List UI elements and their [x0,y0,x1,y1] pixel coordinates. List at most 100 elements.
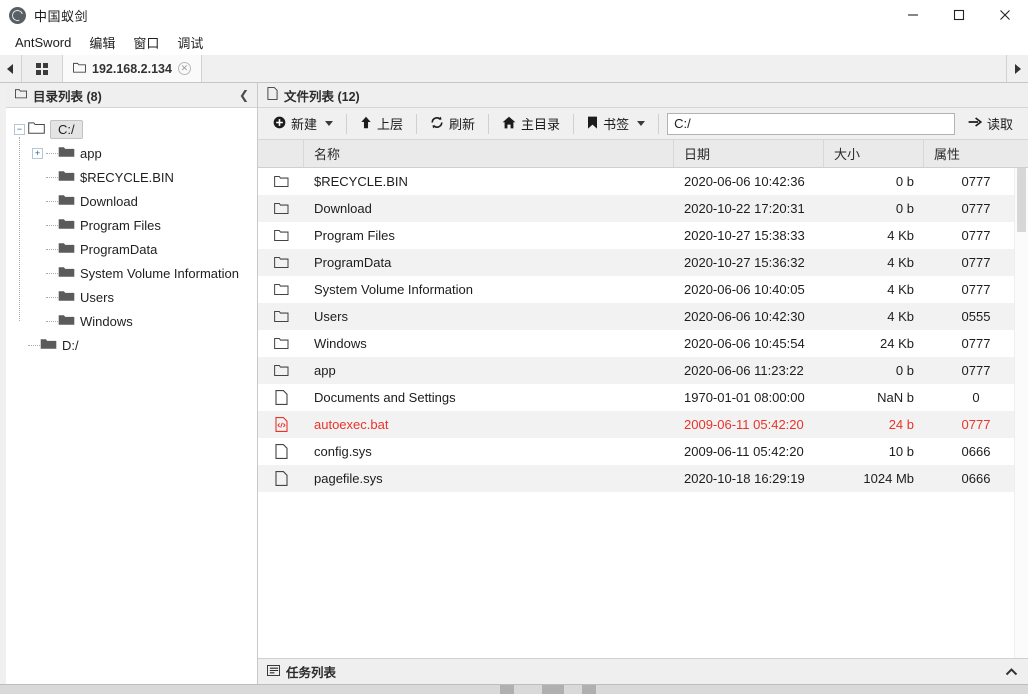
file-name: app [314,363,336,378]
file-name: Download [314,201,372,216]
file-icon [258,384,304,411]
expander-expand-icon[interactable]: + [32,147,43,159]
table-row[interactable]: config.sys 2009-06-11 05:42:20 10 b 0666 [258,438,1028,465]
refresh-button[interactable]: 刷新 [421,111,484,136]
up-button-label: 上层 [377,117,404,132]
table-row[interactable]: Users 2020-06-06 10:42:30 4 Kb 0555 [258,303,1028,330]
tree-node-c-root[interactable]: − C:/ [14,117,257,141]
file-date: 1970-01-01 08:00:00 [684,390,805,405]
os-taskbar-item [542,684,564,694]
chevron-down-icon[interactable] [325,121,334,126]
table-row[interactable]: Documents and Settings 1970-01-01 08:00:… [258,384,1028,411]
table-row[interactable]: ProgramData 2020-10-27 15:36:32 4 Kb 077… [258,249,1028,276]
antsword-logo-icon [9,6,26,24]
file-code-icon [258,411,304,438]
file-name: config.sys [314,444,372,459]
menu-item-window[interactable]: 窗口 [124,31,168,54]
table-row[interactable]: Download 2020-10-22 17:20:31 0 b 0777 [258,195,1028,222]
file-size: 1024 Mb [863,471,914,486]
arrow-up-icon [360,116,372,132]
tree-node-system-volume-information[interactable]: System Volume Information [32,261,257,285]
column-header-name[interactable]: 名称 [304,140,674,167]
bookmark-button[interactable]: 书签 [578,111,654,136]
file-size: 4 Kb [887,309,914,324]
file-date: 2020-06-06 10:45:54 [684,336,805,351]
tab-close-icon[interactable]: ✕ [177,62,191,75]
menu-item-antsword[interactable]: AntSword [6,33,80,52]
tree-node-recycle-bin[interactable]: $RECYCLE.BIN [32,165,257,189]
column-header-date[interactable]: 日期 [674,140,824,167]
tree-connector-line [46,248,58,250]
tree-node-download[interactable]: Download [32,189,257,213]
home-icon [502,116,516,132]
folder-icon [58,289,75,305]
file-attr: 0777 [961,282,991,297]
column-header-size[interactable]: 大小 [824,140,924,167]
tree-node-d-root[interactable]: D:/ [14,333,257,357]
file-attr: 0777 [961,174,991,189]
task-list-bar[interactable]: 任务列表 [258,658,1028,684]
tab-bar: 192.168.2.134 ✕ [0,55,1028,83]
file-table-header: 名称 日期 大小 属性 [258,140,1028,168]
scrollbar-thumb[interactable] [1017,168,1026,232]
title-bar: 中国蚁剑 [0,0,1028,31]
file-date: 2020-06-06 10:40:05 [684,282,805,297]
file-attr: 0777 [961,201,991,216]
home-directory-button[interactable]: 主目录 [493,111,569,136]
folder-icon [258,168,304,195]
refresh-icon [430,116,444,132]
tree-label-program-files: Program Files [80,217,161,233]
file-attr: 0666 [961,471,991,486]
table-row[interactable]: System Volume Information 2020-06-06 10:… [258,276,1028,303]
expander-collapse-icon[interactable]: − [14,123,25,135]
file-name: Windows [314,336,367,351]
file-list-scrollbar[interactable] [1014,168,1028,658]
read-button[interactable]: 读取 [959,111,1022,136]
chevron-up-icon[interactable] [1005,665,1018,679]
up-button[interactable]: 上层 [351,111,412,136]
tree-node-program-files[interactable]: Program Files [32,213,257,237]
tree-label-c-root: C:/ [50,119,83,139]
table-row[interactable]: pagefile.sys 2020-10-18 16:29:19 1024 Mb… [258,465,1028,492]
tab-scroll-right-button[interactable] [1006,55,1028,82]
file-attr: 0 [972,390,980,405]
maximize-button[interactable] [936,0,982,31]
file-size: 24 b [888,417,914,432]
collapse-sidebar-button[interactable]: ❮ [239,88,249,102]
table-row[interactable]: autoexec.bat 2009-06-11 05:42:20 24 b 07… [258,411,1028,438]
tree-node-windows[interactable]: Windows [32,309,257,333]
chevron-down-icon[interactable] [637,121,646,126]
tab-192-168-2-134[interactable]: 192.168.2.134 ✕ [63,55,202,82]
tree-connector-line [46,224,58,226]
minimize-button[interactable] [890,0,936,31]
tab-home[interactable] [22,55,63,82]
path-input[interactable] [667,112,955,135]
tree-connector-line [46,152,58,154]
os-taskbar-left [0,684,500,694]
table-row[interactable]: $RECYCLE.BIN 2020-06-06 10:42:36 0 b 077… [258,168,1028,195]
tree-node-users[interactable]: Users [32,285,257,309]
column-header-attr[interactable]: 属性 [924,140,1028,167]
new-button[interactable]: 新建 [264,111,342,136]
menu-item-edit[interactable]: 编辑 [80,31,124,54]
menu-item-debug[interactable]: 调试 [168,31,212,54]
file-date: 2020-10-18 16:29:19 [684,471,805,486]
table-row[interactable]: Windows 2020-06-06 10:45:54 24 Kb 0777 [258,330,1028,357]
file-size: 24 Kb [880,336,914,351]
bookmark-icon [587,116,598,132]
file-icon [258,438,304,465]
title-bar-left: 中国蚁剑 [0,6,88,25]
tab-scroll-left-button[interactable] [0,55,22,82]
tree-label-windows: Windows [80,313,133,329]
table-row[interactable]: Program Files 2020-10-27 15:38:33 4 Kb 0… [258,222,1028,249]
file-size: 0 b [895,174,914,189]
folder-icon [73,62,86,76]
tree-node-programdata[interactable]: ProgramData [32,237,257,261]
tree-node-app[interactable]: + app [32,141,257,165]
close-button[interactable] [982,0,1028,31]
table-row[interactable]: app 2020-06-06 11:23:22 0 b 0777 [258,357,1028,384]
toolbar-divider [658,113,660,134]
file-date: 2009-06-11 05:42:20 [684,417,804,432]
main-body: 目录列表 (8) ❮ − C:/ + app $RECYCLE.BIN Down… [0,83,1028,684]
folder-icon [58,241,75,257]
